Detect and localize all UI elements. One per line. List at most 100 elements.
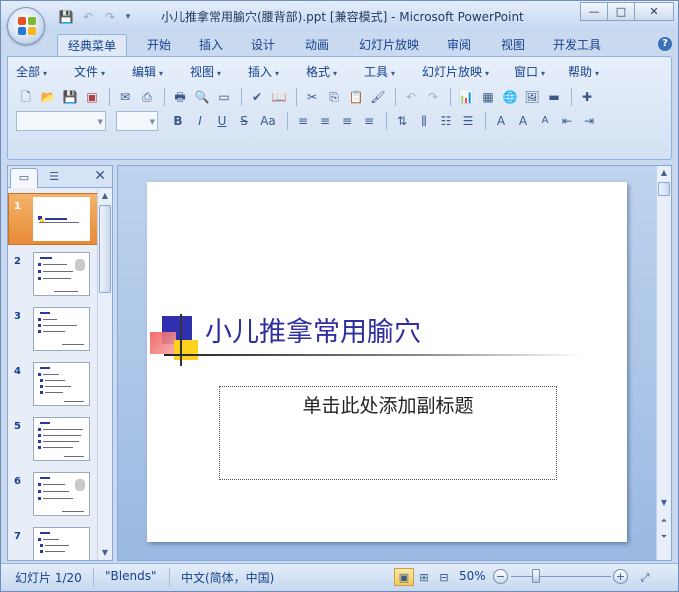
menu-format[interactable]: 格式 ▾ xyxy=(306,63,364,81)
numbering-icon[interactable]: ☷ xyxy=(436,111,456,131)
align-center-icon[interactable]: ≡ xyxy=(315,111,335,131)
save-icon[interactable]: 💾 xyxy=(60,87,80,107)
undo-icon[interactable]: ↶ xyxy=(401,87,421,107)
font-name-combo[interactable]: ▼ xyxy=(16,111,106,131)
menu-edit[interactable]: 编辑 ▾ xyxy=(132,63,190,81)
maximize-button[interactable]: □ xyxy=(607,2,635,21)
thumbnails-scrollbar[interactable]: ▲ ▼ xyxy=(97,189,112,560)
tab-outline[interactable]: ☰ xyxy=(40,168,68,188)
tab-slideshow[interactable]: 幻灯片放映 xyxy=(349,34,429,56)
language-indicator[interactable]: 中文(简体，中国) xyxy=(181,569,274,586)
menu-all[interactable]: 全部 ▾ xyxy=(16,63,74,81)
editor-scrollbar[interactable]: ▲ ▼ ⏶ ⏷ xyxy=(656,166,671,560)
zoom-slider[interactable] xyxy=(511,576,611,577)
grow-font-icon[interactable]: A xyxy=(513,111,533,131)
page-setup-icon[interactable]: ▭ xyxy=(214,87,234,107)
justify-icon[interactable]: ≡ xyxy=(359,111,379,131)
font-color-icon[interactable]: A xyxy=(491,111,511,131)
slide-thumbnail[interactable]: 2 xyxy=(8,252,100,302)
paste-icon[interactable]: 📋 xyxy=(346,87,366,107)
qat-customize-icon[interactable]: ▾ xyxy=(123,8,133,26)
tab-slides[interactable]: ▭ xyxy=(10,168,38,188)
previous-slide-icon[interactable]: ⏶ xyxy=(658,514,670,528)
font-size-combo[interactable]: ▼ xyxy=(116,111,158,131)
format-painter-icon[interactable]: 🖌 xyxy=(368,87,388,107)
scroll-down-icon[interactable]: ▼ xyxy=(99,546,111,560)
shrink-font-icon[interactable]: A xyxy=(535,111,555,131)
bold-icon[interactable]: B xyxy=(168,111,188,131)
subtitle-placeholder[interactable]: 单击此处添加副标题 xyxy=(219,386,557,480)
email-icon[interactable]: ✉ xyxy=(115,87,135,107)
qat-redo-icon[interactable]: ↷ xyxy=(101,8,119,26)
qat-save-icon[interactable]: 💾 xyxy=(57,8,75,26)
scroll-up-icon[interactable]: ▲ xyxy=(658,166,670,180)
minimize-button[interactable]: — xyxy=(580,2,608,21)
italic-icon[interactable]: I xyxy=(190,111,210,131)
decrease-indent-icon[interactable]: ⇤ xyxy=(557,111,577,131)
scroll-up-icon[interactable]: ▲ xyxy=(99,189,111,203)
picture-icon[interactable]: 🖼 xyxy=(522,87,542,107)
permission-icon[interactable]: ▣ xyxy=(82,87,102,107)
normal-view-button[interactable]: ▣ xyxy=(394,568,414,586)
zoom-slider-knob[interactable] xyxy=(532,569,540,583)
new-slide-icon[interactable]: ✚ xyxy=(577,87,597,107)
scroll-thumb[interactable] xyxy=(658,182,670,196)
menu-slideshow[interactable]: 幻灯片放映 ▾ xyxy=(422,63,514,81)
current-slide[interactable]: 小儿推拿常用腧穴 单击此处添加副标题 xyxy=(147,182,627,542)
slide-thumbnail[interactable]: 7 xyxy=(8,527,100,560)
tab-developer[interactable]: 开发工具 xyxy=(545,34,609,56)
increase-indent-icon[interactable]: ⇥ xyxy=(579,111,599,131)
table-icon[interactable]: ▦ xyxy=(478,87,498,107)
columns-icon[interactable]: ⫼ xyxy=(414,111,434,131)
tab-view[interactable]: 视图 xyxy=(491,34,535,56)
tab-design[interactable]: 设计 xyxy=(241,34,285,56)
hyperlink-icon[interactable]: 🌐 xyxy=(500,87,520,107)
slide-sorter-button[interactable]: ⊞ xyxy=(414,568,434,586)
align-left-icon[interactable]: ≡ xyxy=(293,111,313,131)
slide-thumbnail[interactable]: 4 xyxy=(8,362,100,412)
menu-tools[interactable]: 工具 ▾ xyxy=(364,63,422,81)
slide-thumbnail[interactable]: 5 xyxy=(8,417,100,467)
zoom-out-button[interactable]: − xyxy=(493,569,508,584)
spelling-icon[interactable]: ✔ xyxy=(247,87,267,107)
menu-window[interactable]: 窗口 ▾ xyxy=(514,63,568,81)
slideshow-button[interactable]: ⊟ xyxy=(434,568,454,586)
qat-undo-icon[interactable]: ↶ xyxy=(79,8,97,26)
slide-title[interactable]: 小儿推拿常用腧穴 xyxy=(205,310,421,349)
print-icon[interactable]: 🖶 xyxy=(170,87,190,107)
close-icon[interactable]: ✕ xyxy=(94,168,106,184)
change-case-icon[interactable]: Aa xyxy=(256,111,280,131)
next-slide-icon[interactable]: ⏷ xyxy=(658,530,670,544)
help-icon[interactable]: ? xyxy=(658,37,672,51)
menu-file[interactable]: 文件 ▾ xyxy=(74,63,132,81)
tab-home[interactable]: 开始 xyxy=(137,34,181,56)
tab-animation[interactable]: 动画 xyxy=(295,34,339,56)
tab-classic-menu[interactable]: 经典菜单 xyxy=(57,34,127,56)
menu-help[interactable]: 帮助 ▾ xyxy=(568,63,618,81)
menu-view[interactable]: 视图 ▾ xyxy=(190,63,248,81)
chart-icon[interactable]: 📊 xyxy=(456,87,476,107)
bullets-icon[interactable]: ☰ xyxy=(458,111,478,131)
slide-thumbnail[interactable]: 1 xyxy=(8,193,100,247)
redo-icon[interactable]: ↷ xyxy=(423,87,443,107)
menu-insert[interactable]: 插入 ▾ xyxy=(248,63,306,81)
tab-insert[interactable]: 插入 xyxy=(189,34,233,56)
tab-review[interactable]: 审阅 xyxy=(437,34,481,56)
research-icon[interactable]: 📖 xyxy=(269,87,289,107)
close-button[interactable]: ✕ xyxy=(634,2,674,21)
copy-icon[interactable]: ⎘ xyxy=(324,87,344,107)
open-icon[interactable]: 📂 xyxy=(38,87,58,107)
zoom-in-button[interactable]: + xyxy=(613,569,628,584)
scroll-thumb[interactable] xyxy=(99,205,111,293)
underline-icon[interactable]: U xyxy=(212,111,232,131)
new-icon[interactable]: 🗋 xyxy=(16,87,36,107)
office-button[interactable] xyxy=(7,7,45,45)
color-icon[interactable]: ▬ xyxy=(544,87,564,107)
align-right-icon[interactable]: ≡ xyxy=(337,111,357,131)
print-preview-icon[interactable]: 🔍 xyxy=(192,87,212,107)
publish-icon[interactable]: ⎙ xyxy=(137,87,157,107)
cut-icon[interactable]: ✂ xyxy=(302,87,322,107)
slide-thumbnail[interactable]: 3 xyxy=(8,307,100,357)
slide-thumbnail[interactable]: 6 xyxy=(8,472,100,522)
fit-to-window-icon[interactable]: ⤢ xyxy=(635,568,655,586)
